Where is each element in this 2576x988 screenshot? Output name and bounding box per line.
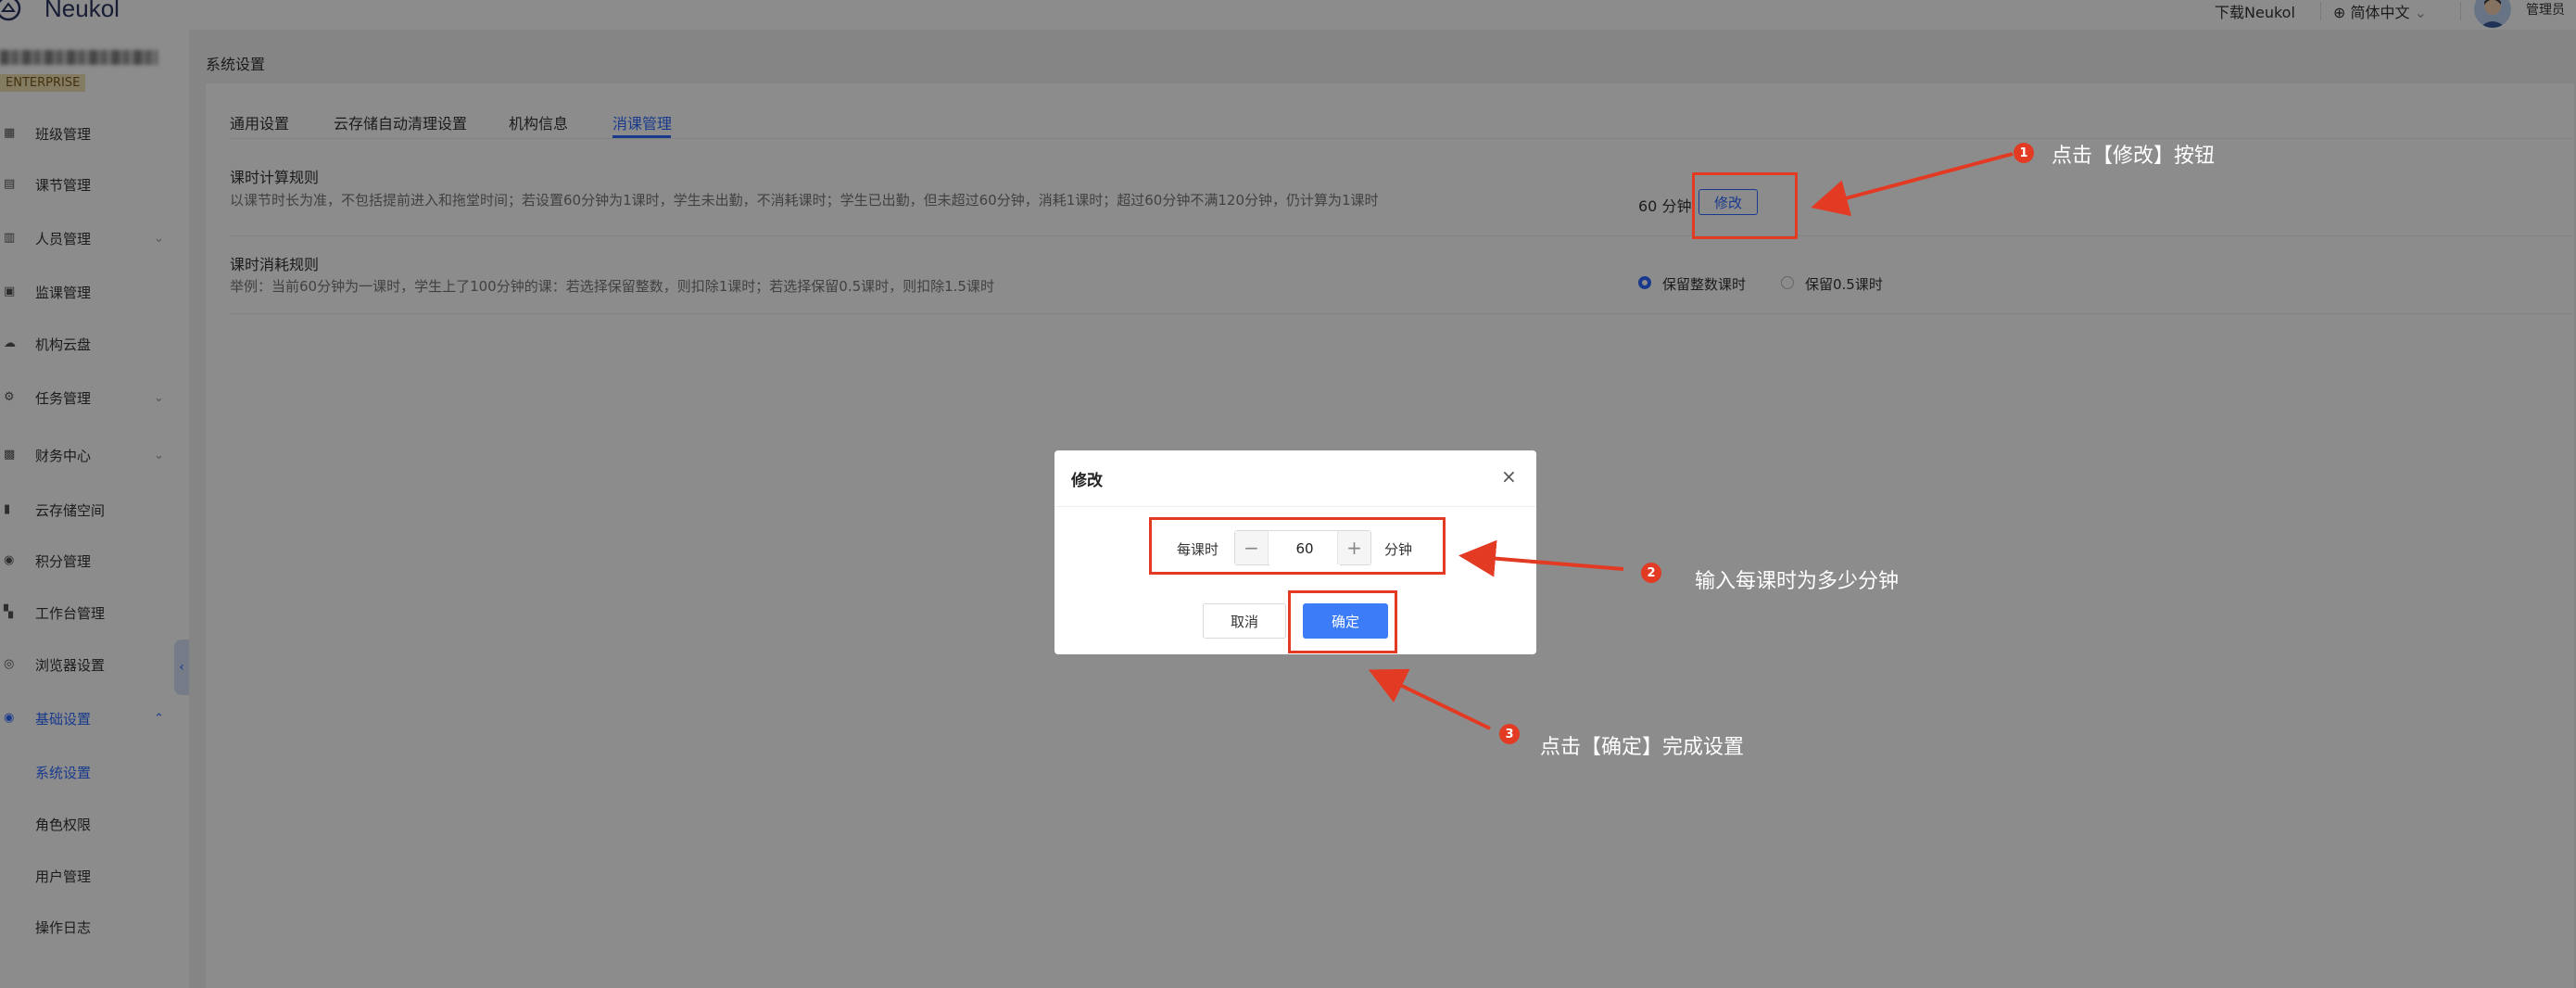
annotation-text-2: 输入每课时为多少分钟 xyxy=(1695,570,1900,593)
annotation-text-3: 点击【确定】完成设置 xyxy=(1540,736,1745,759)
annotation-text-1: 点击【修改】按钮 xyxy=(2052,145,2216,168)
modal-title: 修改 xyxy=(1071,472,1103,490)
cancel-button[interactable]: 取消 xyxy=(1203,603,1286,639)
annotation-step-2: 2 xyxy=(1641,563,1661,583)
highlight-box-edit xyxy=(1692,172,1798,239)
highlight-box-input xyxy=(1149,517,1446,575)
close-icon[interactable]: × xyxy=(1501,465,1517,488)
annotation-step-3: 3 xyxy=(1499,724,1520,744)
annotation-step-1: 1 xyxy=(2014,143,2034,163)
highlight-box-confirm xyxy=(1288,590,1397,653)
modal-divider xyxy=(1054,506,1536,507)
